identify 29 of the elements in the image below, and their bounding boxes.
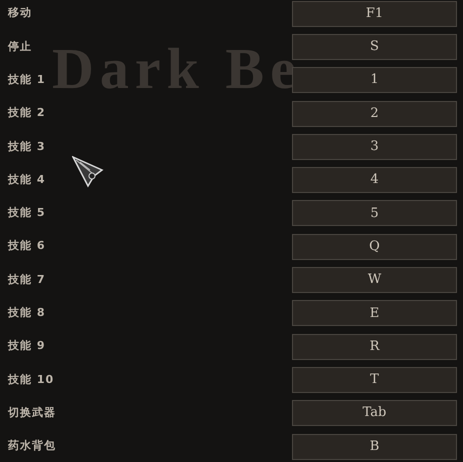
action-label: 技能 7 <box>8 272 46 288</box>
action-label: 移动 <box>8 5 32 22</box>
key-binding-button[interactable]: 4 <box>292 167 457 194</box>
cursor-icon <box>72 156 104 188</box>
action-label: 药水背包 <box>8 438 56 454</box>
key-binding-button[interactable]: 3 <box>292 134 457 160</box>
key-binding-button[interactable]: Tab <box>292 400 457 426</box>
key-binding-button[interactable]: F1 <box>292 0 457 27</box>
action-label: 技能 1 <box>8 72 46 88</box>
action-label: 技能 8 <box>8 305 46 322</box>
action-label: 停止 <box>8 38 32 55</box>
key-binding-button[interactable]: Q <box>292 234 457 260</box>
action-label: 技能 4 <box>8 172 46 188</box>
key-binding-button[interactable]: 2 <box>292 100 457 127</box>
key-binding-button[interactable]: B <box>292 434 457 460</box>
action-label: 技能 3 <box>8 138 46 155</box>
key-binding-button[interactable]: E <box>292 300 457 326</box>
key-binding-button[interactable]: S <box>292 34 457 60</box>
key-binding-button[interactable]: 1 <box>292 67 457 94</box>
action-label: 技能 10 <box>8 372 54 388</box>
action-label: 技能 5 <box>8 205 46 222</box>
key-binding-button[interactable]: W <box>292 267 457 294</box>
action-label: 技能 6 <box>8 238 46 254</box>
key-binding-button[interactable]: 5 <box>292 200 457 226</box>
action-label: 技能 2 <box>8 105 46 122</box>
key-binding-button[interactable]: T <box>292 366 457 393</box>
key-binding-button[interactable]: R <box>292 334 457 360</box>
action-label: 技能 9 <box>8 338 46 354</box>
action-label: 切换武器 <box>8 404 56 421</box>
